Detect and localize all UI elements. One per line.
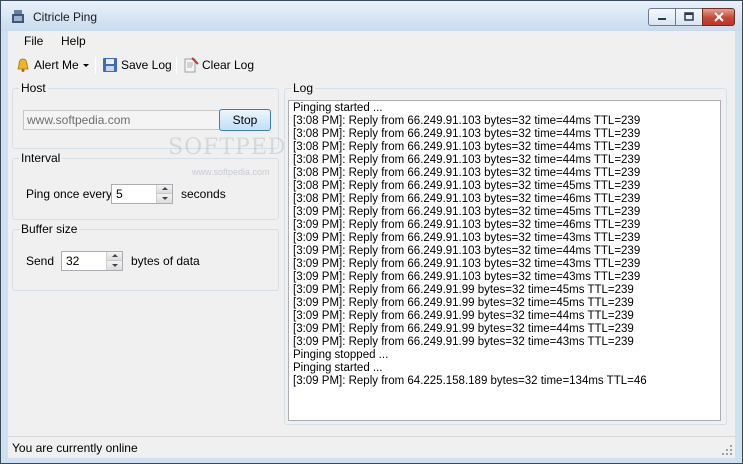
interval-prefix-label: Ping once every — [26, 187, 113, 201]
toolbar-separator — [176, 57, 177, 74]
minimize-icon — [658, 18, 666, 20]
log-line: [3:08 PM]: Reply from 66.249.91.103 byte… — [293, 193, 641, 205]
interval-up-button[interactable] — [157, 185, 172, 194]
log-line: [3:09 PM]: Reply from 66.249.91.103 byte… — [293, 206, 641, 218]
stop-button[interactable]: Stop — [219, 109, 271, 131]
buffer-suffix-label: bytes of data — [131, 254, 200, 268]
buffer-down-button[interactable] — [107, 261, 122, 270]
title-bar[interactable]: Citricle Ping — [1, 1, 742, 31]
interval-down-button[interactable] — [157, 194, 172, 203]
host-group-label: Host — [19, 81, 48, 95]
log-line: [3:08 PM]: Reply from 66.249.91.103 byte… — [293, 128, 641, 140]
menu-file[interactable]: File — [24, 34, 43, 48]
alert-me-label: Alert Me — [34, 58, 79, 72]
log-line: [3:09 PM]: Reply from 66.249.91.103 byte… — [293, 271, 641, 283]
bell-icon — [17, 58, 29, 72]
log-line: [3:09 PM]: Reply from 66.249.91.99 bytes… — [293, 336, 634, 348]
interval-suffix-label: seconds — [181, 187, 226, 201]
buffer-up-button[interactable] — [107, 252, 122, 261]
log-textbox[interactable]: Pinging started ... [3:08 PM]: Reply fro… — [288, 100, 721, 421]
log-line: [3:08 PM]: Reply from 66.249.91.103 byte… — [293, 154, 641, 166]
toolbar: Alert Me Save Log Clear Log — [8, 53, 735, 77]
status-text: You are currently online — [12, 441, 138, 455]
log-line: [3:09 PM]: Reply from 66.249.91.99 bytes… — [293, 323, 634, 335]
log-line: [3:09 PM]: Reply from 66.249.91.99 bytes… — [293, 284, 634, 296]
log-group-label: Log — [291, 81, 316, 95]
close-icon — [713, 12, 724, 22]
buffer-size-group-label: Buffer size — [19, 222, 80, 236]
close-button[interactable] — [702, 8, 735, 26]
client-area: File Help Alert Me Save Log Clear Log Ho… — [8, 31, 735, 458]
log-line: [3:08 PM]: Reply from 66.249.91.103 byte… — [293, 141, 641, 153]
interval-group-label: Interval — [19, 151, 63, 165]
buffer-size-group: Buffer size Send 32 bytes of data — [12, 222, 279, 291]
toolbar-separator — [95, 57, 96, 74]
log-line: [3:08 PM]: Reply from 66.249.91.103 byte… — [293, 115, 641, 127]
interval-stepper[interactable]: 5 — [111, 184, 173, 204]
interval-group: Interval Ping once every 5 seconds — [12, 151, 279, 220]
app-icon — [12, 10, 24, 23]
resize-grip-icon[interactable] — [721, 444, 733, 456]
minimize-button[interactable] — [648, 8, 675, 26]
menu-bar: File Help — [8, 31, 735, 51]
log-line: [3:09 PM]: Reply from 64.225.158.189 byt… — [293, 375, 647, 387]
window-title: Citricle Ping — [33, 10, 98, 24]
log-line: [3:09 PM]: Reply from 66.249.91.103 byte… — [293, 245, 641, 257]
chevron-down-icon — [82, 63, 89, 67]
buffer-prefix-label: Send — [26, 254, 55, 268]
menu-help[interactable]: Help — [61, 34, 86, 48]
clear-log-label: Clear Log — [202, 58, 255, 72]
log-line: Pinging started ... — [293, 102, 383, 114]
interval-value: 5 — [116, 187, 123, 201]
status-bar: You are currently online — [8, 436, 735, 458]
log-line: Pinging stopped ... — [293, 349, 389, 361]
log-line: [3:09 PM]: Reply from 66.249.91.99 bytes… — [293, 310, 634, 322]
clear-log-button[interactable]: Clear Log — [183, 55, 254, 75]
log-line: [3:09 PM]: Reply from 66.249.91.103 byte… — [293, 219, 641, 231]
log-line: [3:09 PM]: Reply from 66.249.91.99 bytes… — [293, 297, 634, 309]
log-line: [3:08 PM]: Reply from 66.249.91.103 byte… — [293, 180, 641, 192]
maximize-button[interactable] — [675, 8, 702, 26]
log-line: [3:09 PM]: Reply from 66.249.91.103 byte… — [293, 232, 641, 244]
log-line: [3:09 PM]: Reply from 66.249.91.103 byte… — [293, 258, 641, 270]
log-line: [3:08 PM]: Reply from 66.249.91.103 byte… — [293, 167, 641, 179]
clear-document-icon — [184, 57, 199, 73]
buffer-size-value: 32 — [66, 254, 80, 268]
save-log-label: Save Log — [121, 58, 172, 72]
floppy-disk-icon — [103, 58, 117, 72]
buffer-size-stepper[interactable]: 32 — [61, 251, 123, 271]
host-input[interactable]: www.softpedia.com — [23, 110, 221, 130]
save-log-button[interactable]: Save Log — [102, 55, 172, 75]
app-window: Citricle Ping File Help Alert Me Save Lo… — [0, 0, 743, 464]
alert-me-button[interactable]: Alert Me — [15, 55, 89, 75]
maximize-icon — [684, 12, 694, 21]
log-line: Pinging started ... — [293, 362, 383, 374]
